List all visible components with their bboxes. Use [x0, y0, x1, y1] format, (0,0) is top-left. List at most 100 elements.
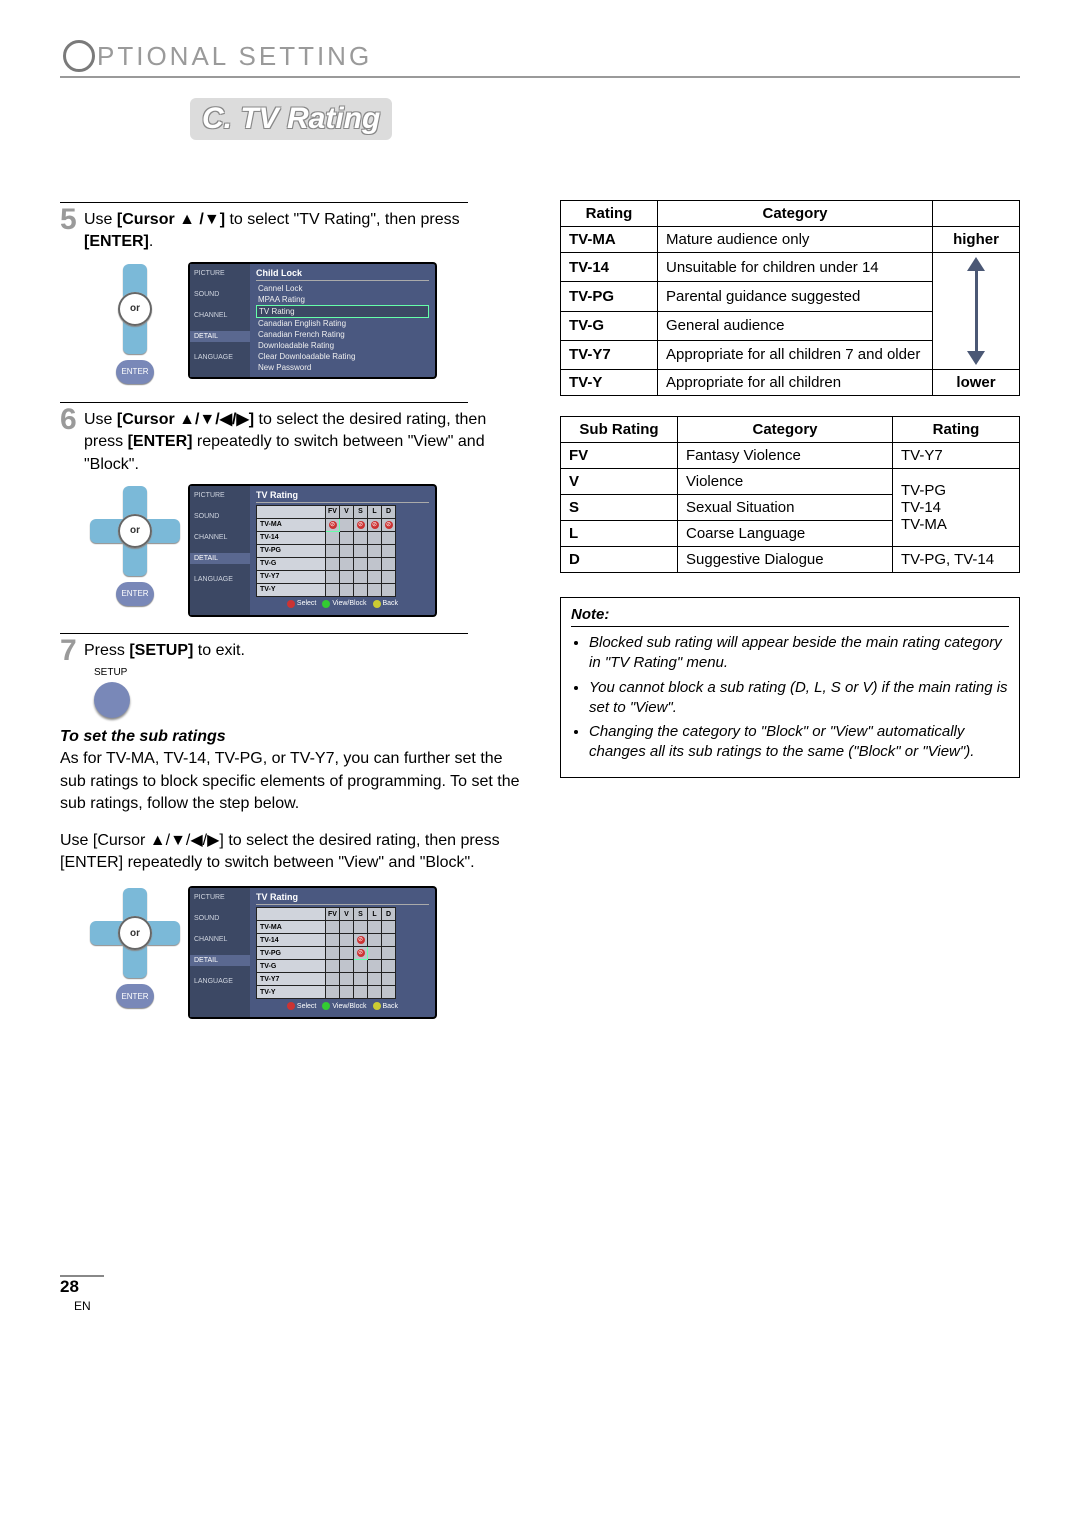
f: Back [383, 600, 399, 607]
page-number: 28 [60, 1277, 79, 1296]
block-icon: ⊘ [329, 521, 337, 529]
r: TV-G [257, 960, 326, 973]
subrating-table: Sub Rating Category Rating FVFantasy Vio… [560, 416, 1020, 573]
r: TV-PG [257, 544, 326, 557]
td: General audience [658, 311, 933, 340]
osd-tab: CHANNEL [190, 532, 250, 543]
t: Press [84, 642, 129, 659]
th: Rating [561, 201, 658, 227]
r: TV-G [257, 557, 326, 570]
block-icon: ⊘ [357, 936, 365, 944]
c: S [354, 908, 368, 921]
c: FV [326, 505, 340, 518]
arrow-col [933, 253, 1020, 370]
osd-title: TV Rating [256, 490, 429, 503]
note-item: Blocked sub rating will appear beside th… [589, 633, 1009, 674]
higher-label: higher [933, 227, 1020, 253]
step-text: Use [Cursor ▲/▼/◀/▶] to select the desir… [84, 409, 520, 476]
arrow-down-icon [967, 351, 985, 365]
t: to exit. [193, 642, 245, 659]
t: to select "TV Rating", then press [225, 211, 460, 228]
setup-button-icon [94, 682, 130, 718]
r: TV-Y [257, 583, 326, 596]
remote-dpad-all: or ENTER [90, 486, 180, 606]
td: Appropriate for all children [658, 370, 933, 396]
td: Appropriate for all children 7 and older [658, 340, 933, 369]
rating-table: Rating Category TV-MAMature audience onl… [560, 200, 1020, 396]
osd-tab: PICTURE [190, 892, 250, 903]
red-dot-icon [287, 600, 295, 608]
step-number: 5 [60, 205, 84, 254]
remote-dpad-updown: or ENTER [90, 264, 180, 384]
osd-tab: LANGUAGE [190, 976, 250, 987]
osd-rating-grid: FVVSLD TV-MA⊘⊘⊘⊘ TV-14 TV-PG TV-G TV-Y7 … [256, 505, 396, 597]
c: V [340, 908, 354, 921]
arrow-up-icon [967, 257, 985, 271]
td: Fantasy Violence [678, 443, 893, 469]
c: L [368, 505, 382, 518]
td: TV-PG [561, 282, 658, 311]
block-icon: ⊘ [357, 949, 365, 957]
t: [SETUP] [129, 642, 193, 659]
step-text: Press [SETUP] to exit. SETUP [84, 640, 520, 718]
subratings-p2: Use [Cursor ▲/▼/◀/▶] to select the desir… [60, 830, 520, 875]
remote-dpad-all: or ENTER [90, 888, 180, 1008]
t: [Cursor ▲ /▼] [117, 211, 225, 228]
td: TV-Y [561, 370, 658, 396]
osd-tab: CHANNEL [190, 310, 250, 321]
th: Rating [893, 417, 1020, 443]
initial-o-icon [63, 40, 95, 72]
red-dot-icon [287, 1002, 295, 1010]
step-7: 7 Press [SETUP] to exit. SETUP [60, 640, 520, 718]
td: Parental guidance suggested [658, 282, 933, 311]
osd-tab: PICTURE [190, 490, 250, 501]
osd-tab: SOUND [190, 289, 250, 300]
r: TV-Y [257, 986, 326, 999]
td: Suggestive Dialogue [678, 547, 893, 573]
td: Sexual Situation [678, 495, 893, 521]
td: TV-G [561, 311, 658, 340]
header-title: PTIONAL SETTING [97, 41, 372, 72]
r: TV-PG [257, 947, 326, 960]
step-6-illustrations: or ENTER PICTURE SOUND CHANNEL DETAIL LA… [90, 486, 520, 615]
osd-item: Downloadable Rating [256, 340, 429, 351]
step-divider [60, 402, 468, 403]
osd-tab: CHANNEL [190, 934, 250, 945]
t: [Cursor ▲/▼/◀/▶] [93, 832, 224, 849]
td: V [561, 469, 678, 495]
osd-item: Cannel Lock [256, 283, 429, 294]
r: TV-Y7 [257, 570, 326, 583]
step-text: Use [Cursor ▲ /▼] to select "TV Rating",… [84, 209, 520, 254]
section-title: C. TV Rating [190, 98, 392, 140]
block-icon: ⊘ [357, 521, 365, 529]
subratings-p1: As for TV-MA, TV-14, TV-PG, or TV-Y7, yo… [60, 748, 520, 815]
f: Back [383, 1003, 399, 1010]
t: . [149, 233, 153, 250]
td: TV-Y7 [893, 443, 1020, 469]
osd-tab: SOUND [190, 913, 250, 924]
th: Sub Rating [561, 417, 678, 443]
osd-title: TV Rating [256, 892, 429, 905]
r: TV-MA [257, 921, 326, 934]
note-title: Note: [571, 606, 1009, 627]
r: TV-14 [257, 531, 326, 544]
t: [ENTER] [128, 433, 193, 450]
t: Use [84, 211, 117, 228]
osd-item: Canadian French Rating [256, 329, 429, 340]
subratings-heading: To set the sub ratings [60, 728, 520, 746]
t: [Cursor ▲/▼/◀/▶] [117, 411, 254, 428]
td: TV-14 [561, 253, 658, 282]
t: repeatedly to switch between "View" and … [123, 854, 475, 871]
td: Mature audience only [658, 227, 933, 253]
note-box: Note: Blocked sub rating will appear bes… [560, 597, 1020, 778]
t: Use [84, 411, 117, 428]
c: V [340, 505, 354, 518]
osd-tab: DETAIL [190, 955, 250, 966]
osd-tvrating-screenshot-2: PICTURE SOUND CHANNEL DETAIL LANGUAGE TV… [190, 888, 435, 1017]
arrow-shaft [975, 271, 978, 351]
osd-tab: DETAIL [190, 553, 250, 564]
osd-childlock-screenshot: PICTURE SOUND CHANNEL DETAIL LANGUAGE Ch… [190, 264, 435, 377]
step-6: 6 Use [Cursor ▲/▼/◀/▶] to select the des… [60, 409, 520, 476]
t: [ENTER] [84, 233, 149, 250]
yellow-dot-icon [373, 1002, 381, 1010]
